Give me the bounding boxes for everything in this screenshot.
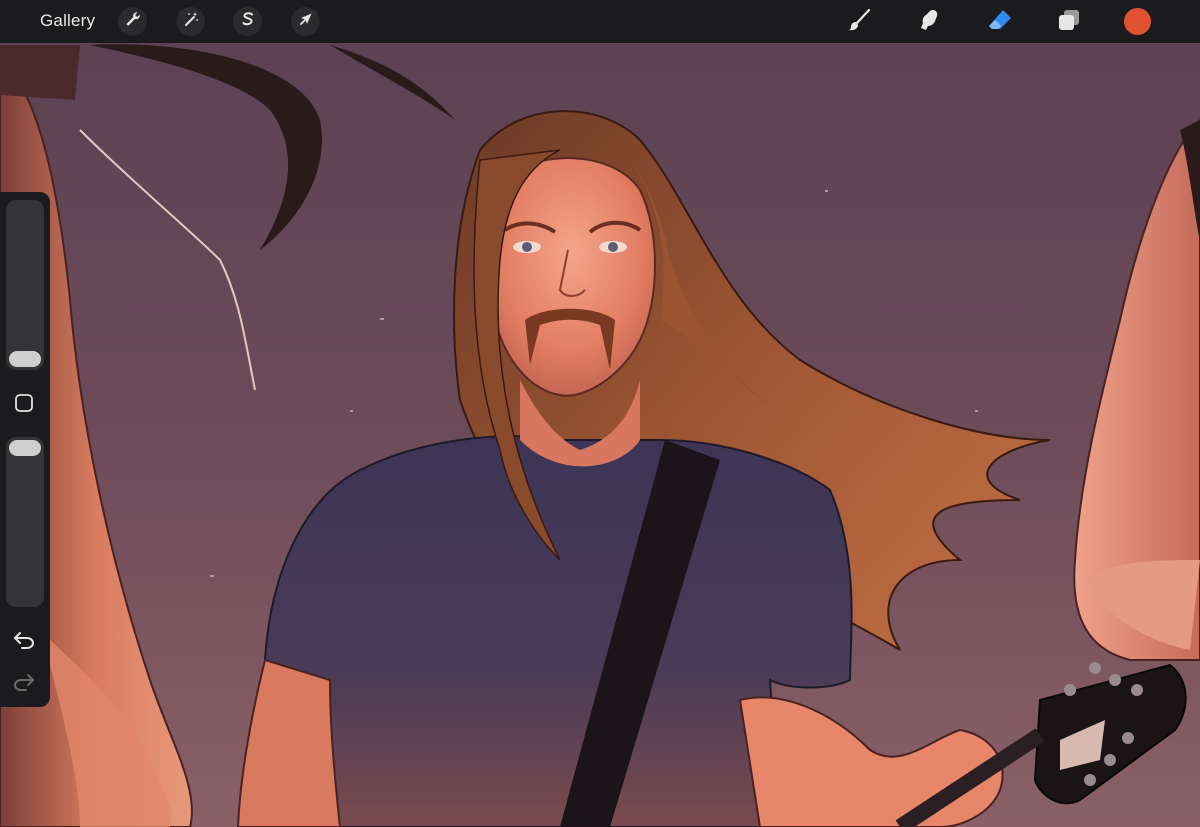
arrow-cursor-icon [298, 11, 314, 32]
gallery-button[interactable]: Gallery [40, 11, 95, 31]
brush-tool-button[interactable] [843, 6, 875, 38]
smudge-tool-button[interactable] [913, 6, 945, 38]
modify-button[interactable] [14, 393, 34, 413]
brush-icon [846, 7, 872, 38]
top-toolbar: Gallery [0, 0, 1200, 43]
selection-s-icon [240, 11, 256, 32]
undo-arrow-icon [12, 632, 36, 656]
actions-button[interactable] [118, 7, 147, 36]
eraser-tool-button[interactable] [984, 6, 1016, 38]
redo-button[interactable] [12, 670, 36, 694]
left-sidebar [0, 192, 50, 707]
color-picker-button[interactable] [1124, 8, 1151, 35]
wrench-icon [125, 11, 141, 32]
adjustments-button[interactable] [176, 7, 205, 36]
canvas-artwork [0, 0, 1200, 827]
layers-button[interactable] [1053, 6, 1085, 38]
procreate-app: Gallery [0, 0, 1200, 827]
brush-size-slider-thumb[interactable] [9, 351, 41, 367]
smudge-finger-icon [916, 7, 942, 38]
opacity-slider[interactable] [6, 437, 44, 607]
opacity-slider-thumb[interactable] [9, 440, 41, 456]
undo-button[interactable] [12, 628, 36, 652]
drawing-canvas[interactable] [0, 0, 1200, 827]
square-icon [14, 394, 34, 417]
transform-button[interactable] [291, 7, 320, 36]
brush-size-slider[interactable] [6, 200, 44, 370]
redo-arrow-icon [12, 674, 36, 698]
selection-button[interactable] [233, 7, 262, 36]
layers-icon [1056, 7, 1082, 38]
eraser-icon [987, 7, 1013, 38]
magic-wand-icon [183, 11, 199, 32]
